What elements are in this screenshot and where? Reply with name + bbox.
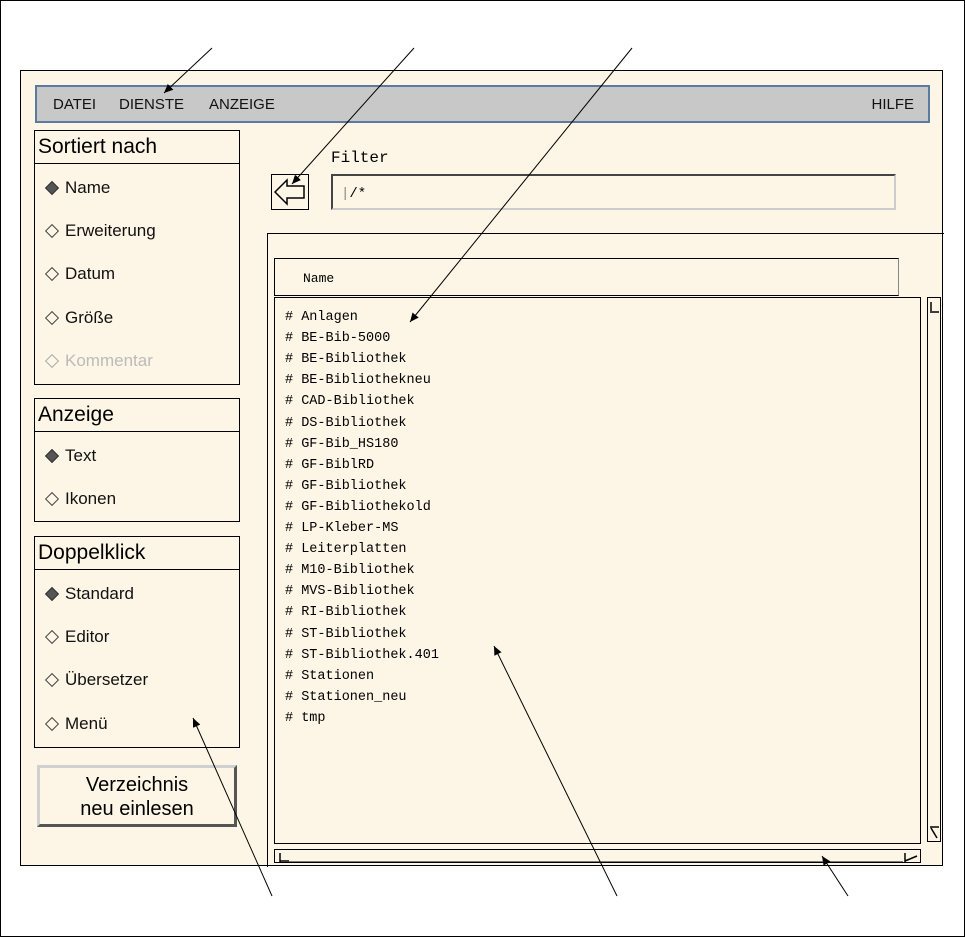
callout-line xyxy=(192,717,273,897)
callout-line xyxy=(821,855,849,897)
callout-line xyxy=(291,47,415,185)
callout-lines xyxy=(163,47,849,897)
callout-line xyxy=(493,645,618,897)
callout-line xyxy=(163,47,213,94)
callout-line xyxy=(409,47,633,323)
